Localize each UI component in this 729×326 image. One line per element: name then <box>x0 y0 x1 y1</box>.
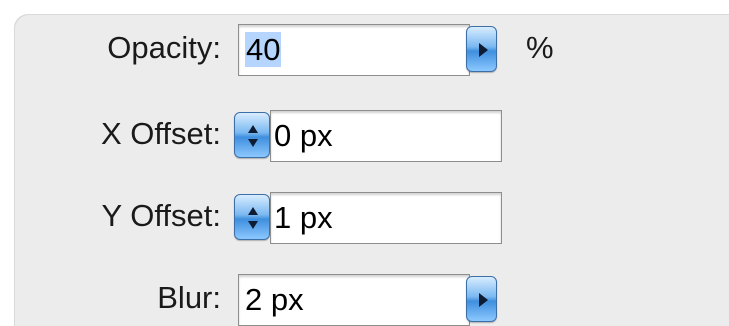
opacity-value: 40 <box>245 32 282 67</box>
y-offset-field[interactable]: 1 px <box>270 192 502 244</box>
x-offset-field[interactable]: 0 px <box>270 110 502 162</box>
y-offset-stepper[interactable] <box>234 194 270 240</box>
blur-value: 2 px <box>245 282 304 317</box>
blur-label: Blur: <box>157 280 221 315</box>
y-offset-value: 1 px <box>274 200 333 235</box>
opacity-label: Opacity: <box>107 30 221 65</box>
blur-dropdown-button[interactable] <box>466 276 497 322</box>
triangle-right-icon <box>479 43 488 57</box>
up-down-stepper-icon <box>248 207 258 229</box>
opacity-row: Opacity: 40 % <box>14 20 729 76</box>
x-offset-stepper[interactable] <box>234 112 270 158</box>
y-offset-label: Y Offset: <box>101 198 221 233</box>
blur-row: Blur: 2 px <box>14 270 729 326</box>
x-offset-label: X Offset: <box>100 116 221 151</box>
x-offset-row: X Offset: 0 px <box>14 106 729 162</box>
triangle-right-icon <box>479 293 488 307</box>
x-offset-value: 0 px <box>274 118 333 153</box>
blur-field[interactable]: 2 px <box>238 274 470 326</box>
opacity-unit: % <box>526 30 554 65</box>
opacity-field[interactable]: 40 <box>238 24 470 76</box>
opacity-dropdown-button[interactable] <box>466 26 497 72</box>
shadow-settings-panel: Opacity: 40 % X Offset: 0 px Y Offset: 1… <box>14 14 729 326</box>
y-offset-row: Y Offset: 1 px <box>14 188 729 244</box>
up-down-stepper-icon <box>248 125 258 147</box>
